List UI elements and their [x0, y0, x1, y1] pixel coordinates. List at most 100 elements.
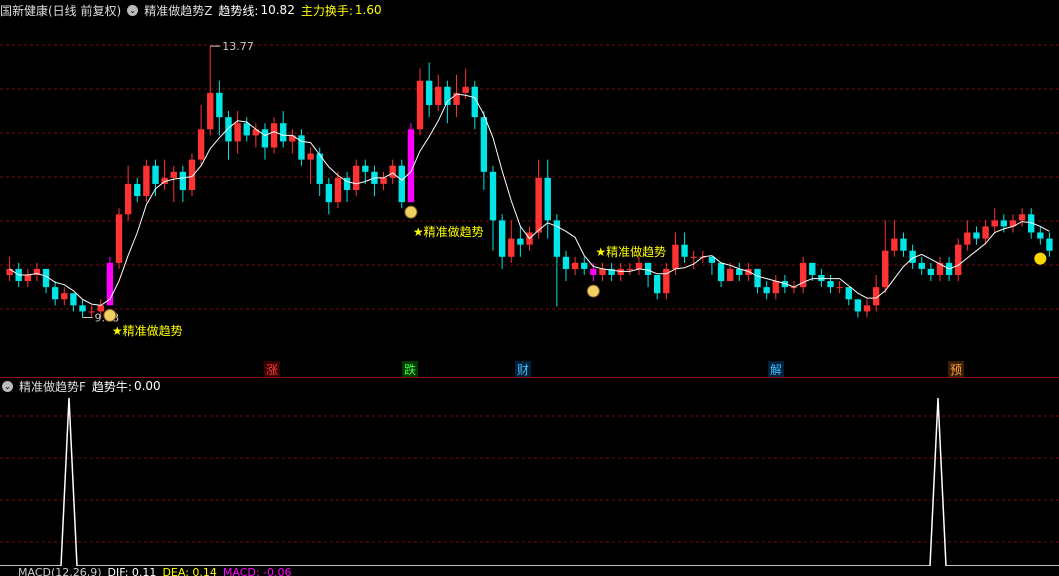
candle-body: [882, 250, 889, 288]
tag-cai[interactable]: 财: [515, 361, 532, 378]
candle-body: [535, 177, 542, 233]
candle-body: [152, 165, 159, 184]
candle-body: [508, 238, 515, 257]
candle-body: [170, 171, 177, 178]
candle-body: [863, 305, 871, 312]
candle-body: [480, 117, 488, 172]
candle-body: [207, 92, 214, 130]
candle-body: [672, 244, 679, 269]
candle-body: [891, 238, 898, 251]
candle-body: [197, 129, 205, 160]
macd-value: MACD: -0.06: [222, 566, 292, 576]
candle-body: [763, 287, 770, 294]
candle-body: [325, 183, 333, 203]
candle-body: [115, 214, 123, 263]
candle-body: [717, 262, 725, 282]
sub-header: ⌄ 精准做趋势F 趋势牛: 0.00: [0, 376, 167, 396]
indicator-name[interactable]: 精准做趋势Z: [144, 2, 212, 19]
candle-body: [654, 275, 661, 294]
money-bag-icon: [404, 205, 418, 219]
candle-body: [681, 244, 688, 257]
candle-body: [1037, 232, 1044, 239]
candle-body: [216, 92, 223, 118]
sub-label: 趋势牛:: [91, 379, 132, 394]
candle-body: [581, 262, 588, 269]
candle-body: [635, 262, 643, 269]
money-bag-icon: [103, 308, 117, 322]
candle-body: [416, 80, 424, 130]
turnover-value: 1.60: [354, 3, 382, 17]
candle-body: [398, 165, 405, 203]
candle-body: [124, 183, 132, 215]
candle-body: [188, 159, 196, 190]
candle-body: [261, 129, 269, 148]
macd-dif: DIF: 0.11: [107, 566, 157, 576]
stock-title: 国新健康(日线 前复权): [0, 3, 122, 18]
trend-value: 10.82: [260, 3, 295, 17]
tag-zhang[interactable]: 涨: [264, 361, 281, 378]
candle-body: [617, 268, 624, 275]
candle-body: [143, 165, 150, 197]
sub-indicator-chart[interactable]: [0, 396, 1059, 566]
candle-body: [289, 135, 296, 142]
candle-body: [435, 86, 442, 105]
candle-body: [352, 165, 360, 190]
candle-body: [854, 299, 862, 312]
candle-body: [1046, 238, 1053, 251]
trend-bull-line: [0, 397, 1059, 566]
candle-body: [964, 232, 971, 245]
candle-body: [982, 226, 989, 239]
candle-body: [307, 153, 314, 160]
candle-body: [51, 287, 59, 300]
candlestick-chart[interactable]: 13.779.48★精准做趋势★精准做趋势★精准做趋势: [0, 20, 1059, 378]
candle-body: [362, 165, 369, 172]
candle-body: [24, 275, 31, 282]
candle-body: [380, 177, 387, 184]
candle-body: [562, 256, 570, 269]
candle-body: [809, 262, 816, 275]
candle-body: [243, 123, 250, 136]
candle-body: [955, 244, 962, 275]
turnover-label: 主力换手:: [300, 3, 353, 18]
money-bag-icon: [586, 284, 600, 298]
candle-body: [690, 256, 697, 258]
candle-body: [61, 293, 68, 300]
candle-body: [827, 281, 834, 288]
candle-body: [334, 177, 342, 203]
candle-body: [900, 238, 907, 251]
candle-body: [772, 281, 779, 294]
tag-jie[interactable]: 解: [768, 361, 785, 378]
candle-body: [936, 262, 944, 275]
candle-body: [845, 287, 852, 300]
macd-header: MACD(12,26,9) DIF: 0.11 DEA: 0.14 MACD: …: [0, 566, 298, 576]
candle-body: [544, 177, 551, 221]
candle-body: [517, 238, 524, 245]
candle-body: [389, 165, 396, 178]
chevron-down-icon[interactable]: ⌄: [127, 4, 139, 16]
candle-body: [489, 171, 497, 221]
candle-body: [918, 262, 925, 269]
macd-dea: DEA: 0.14: [162, 566, 217, 576]
main-header: 国新健康(日线 前复权) ⌄ 精准做趋势Z 趋势线: 10.82 主力换手: 1…: [0, 0, 388, 20]
tag-die[interactable]: 跌: [402, 361, 419, 378]
candle-body: [644, 262, 652, 275]
signal-label: ★精准做趋势: [413, 224, 484, 239]
candle-body: [134, 183, 141, 197]
macd-name: MACD(12,26,9): [18, 566, 102, 576]
signal-label: ★精准做趋势: [595, 244, 666, 259]
candle-body: [498, 220, 506, 257]
candle-body: [973, 232, 980, 239]
chevron-down-icon[interactable]: ⌄: [2, 380, 13, 392]
signal-label: ★精准做趋势: [112, 323, 183, 338]
candle-body: [991, 220, 998, 227]
candle-body: [79, 305, 86, 312]
trend-line: [9, 93, 1050, 306]
candle-body: [626, 268, 634, 270]
tag-yu[interactable]: 预: [948, 361, 965, 378]
candle-body: [1018, 214, 1026, 221]
candle-body: [425, 80, 433, 105]
sub-indicator-name[interactable]: 精准做趋势F: [19, 378, 86, 395]
candle-body: [754, 268, 761, 288]
candle-body: [836, 287, 843, 289]
candle-body: [252, 129, 260, 136]
